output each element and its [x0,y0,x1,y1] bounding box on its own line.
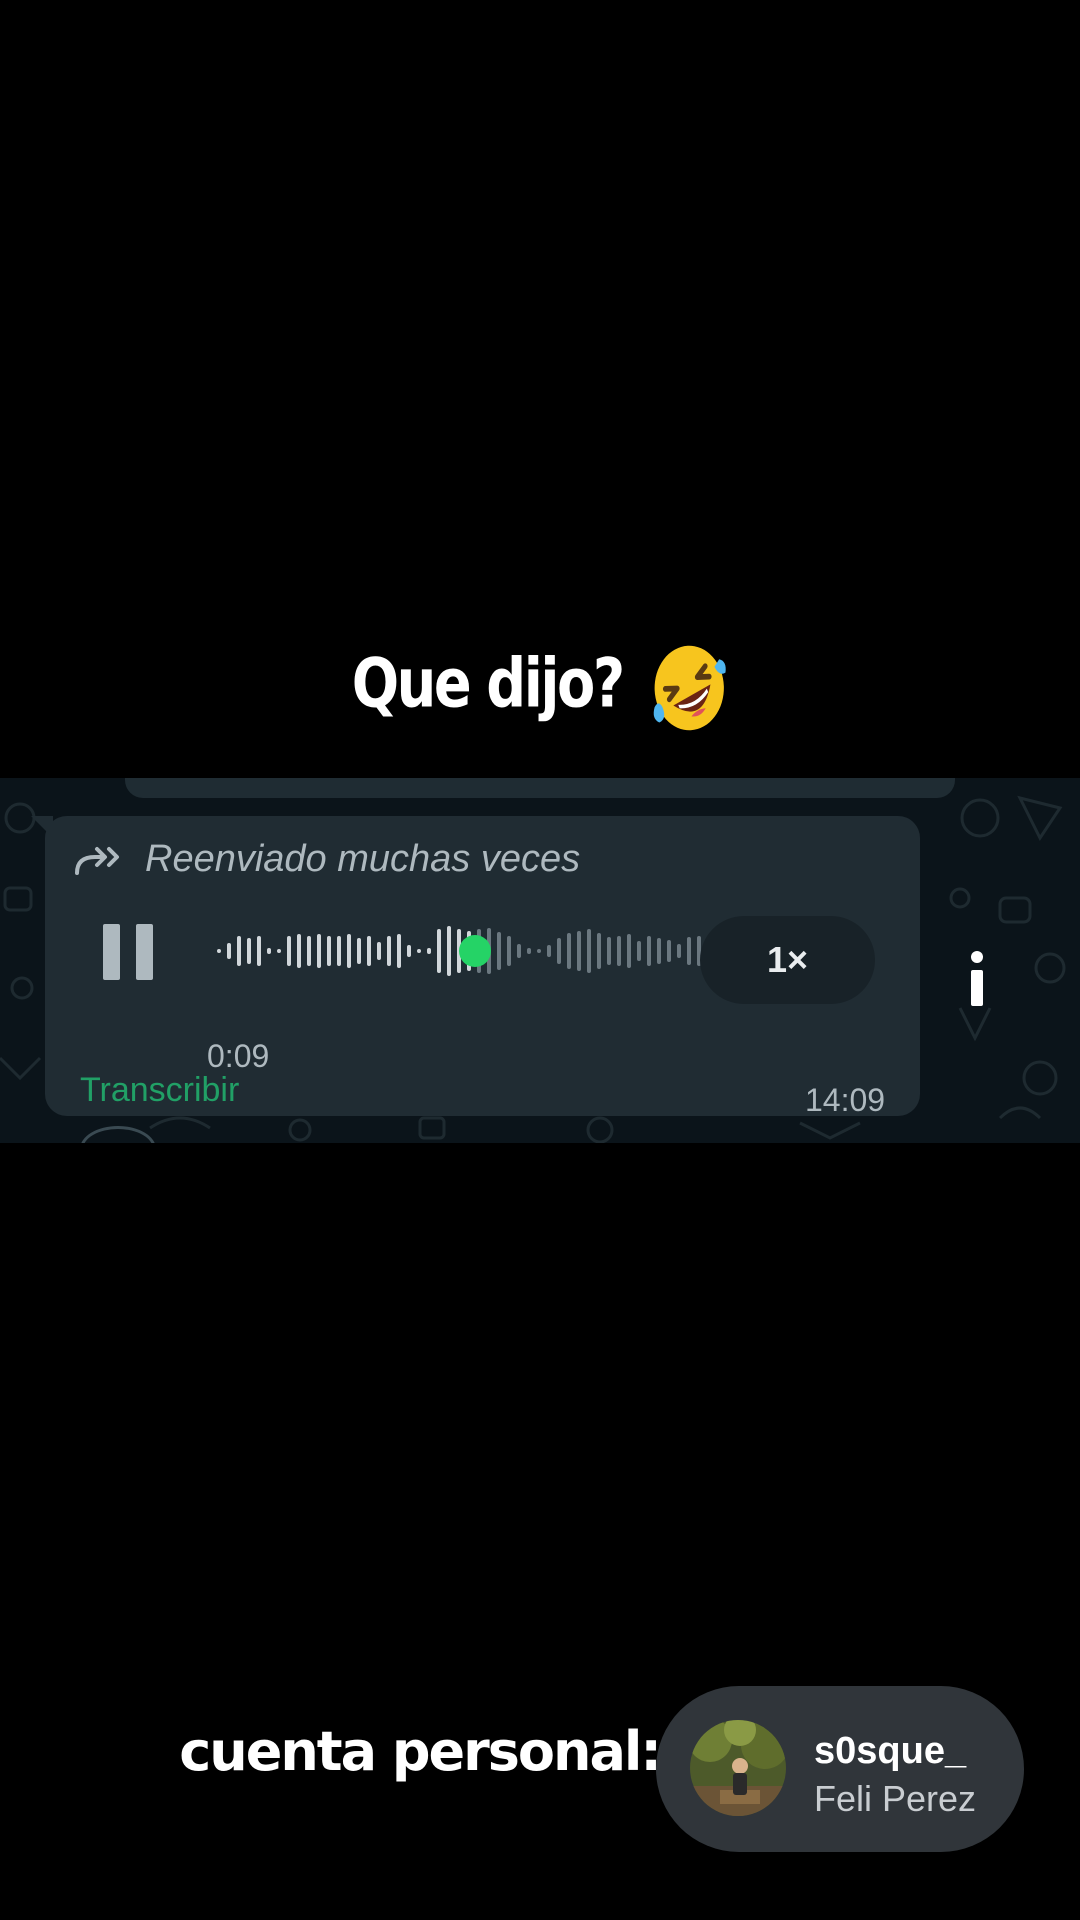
waveform-bar [537,949,541,953]
waveform-bar [447,926,451,976]
video-caption: Que dijo? [97,640,983,736]
waveform-bar [357,938,361,964]
forwarded-many-times-icon [75,846,119,875]
waveform-bar [337,936,341,966]
waveform-bar [267,948,271,954]
personal-account-label: cuenta personal: [179,1720,662,1783]
account-mention-chip[interactable]: s0sque_ Feli Perez [656,1686,1024,1852]
playback-speed-label: 1× [766,939,809,980]
waveform-bar [507,936,511,966]
waveform-bar [587,929,591,973]
waveform-bar [647,936,651,966]
waveform-bar [577,931,581,971]
waveform-bar [637,941,641,961]
waveform-bar [237,936,241,966]
waveform-bar [247,938,251,964]
playback-elapsed-time: 0:09 [207,1038,270,1074]
waveform-bar [317,934,321,968]
waveform-bar [517,944,521,958]
waveform-bar [377,942,381,960]
waveform-bar [687,937,691,965]
waveform-bar [497,932,501,970]
waveform-bar [257,936,261,966]
account-display-name: Feli Perez [814,1778,977,1819]
caption-text: Que dijo? [351,644,625,724]
waveform-bar [547,945,551,957]
waveform-bar [527,948,531,954]
forwarded-label: Reenviado muchas veces [145,838,581,880]
forwarded-indicator: Reenviado muchas veces [73,838,580,881]
account-avatar [690,1720,786,1816]
account-handle: s0sque_ [814,1730,967,1772]
waveform-bar [597,933,601,969]
waveform-bar [397,934,401,968]
waveform-bar [677,944,681,958]
voice-message-bubble[interactable]: Reenviado muchas veces 0:09 1× Transcrib… [31,816,920,1118]
waveform-bar [617,936,621,966]
waveform-bar [407,945,411,957]
waveform-bar [287,936,291,966]
waveform-bar [567,933,571,969]
waveform-bar [307,936,311,966]
info-icon[interactable] [962,950,992,1008]
chat-screenshot: Reenviado muchas veces 0:09 1× Transcrib… [0,778,1080,1143]
waveform-bar [657,938,661,964]
pause-button[interactable] [103,924,153,980]
rolling-on-floor-laughing-emoji-icon [653,645,726,731]
waveform-bar [367,936,371,966]
transcribe-link[interactable]: Transcribir [80,1071,239,1110]
waveform-bar [557,938,561,964]
waveform-bar [627,934,631,968]
previous-message-bubble [125,778,955,798]
pause-bar-left [103,924,120,980]
waveform-bar [607,937,611,965]
waveform-bar [427,948,431,954]
pause-bar-right [136,924,153,980]
playback-progress-handle[interactable] [459,935,491,967]
waveform-bar [437,929,441,973]
waveform-bar [667,940,671,962]
waveform-bar [297,934,301,968]
waveform-bar [347,934,351,968]
waveform-bar [217,949,221,953]
playback-speed-button[interactable]: 1× [700,916,875,1004]
audio-waveform-scrubber[interactable] [215,916,725,986]
waveform-bar [227,943,231,959]
waveform-bar [327,936,331,966]
waveform-bar [277,949,281,953]
waveform-bar [417,949,421,953]
waveform-bar [387,936,391,966]
message-timestamp: 14:09 [805,1082,886,1118]
